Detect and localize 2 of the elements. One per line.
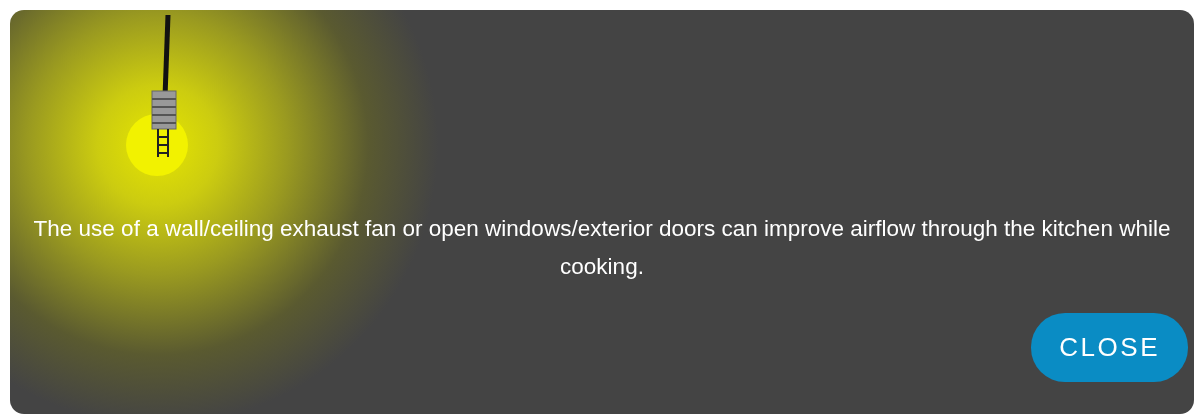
close-button[interactable]: CLOSE xyxy=(1031,313,1188,382)
tip-message: The use of a wall/ceiling exhaust fan or open windows/exterior doors can improve airflow through the kitchen while cooking. xyxy=(32,215,1172,282)
